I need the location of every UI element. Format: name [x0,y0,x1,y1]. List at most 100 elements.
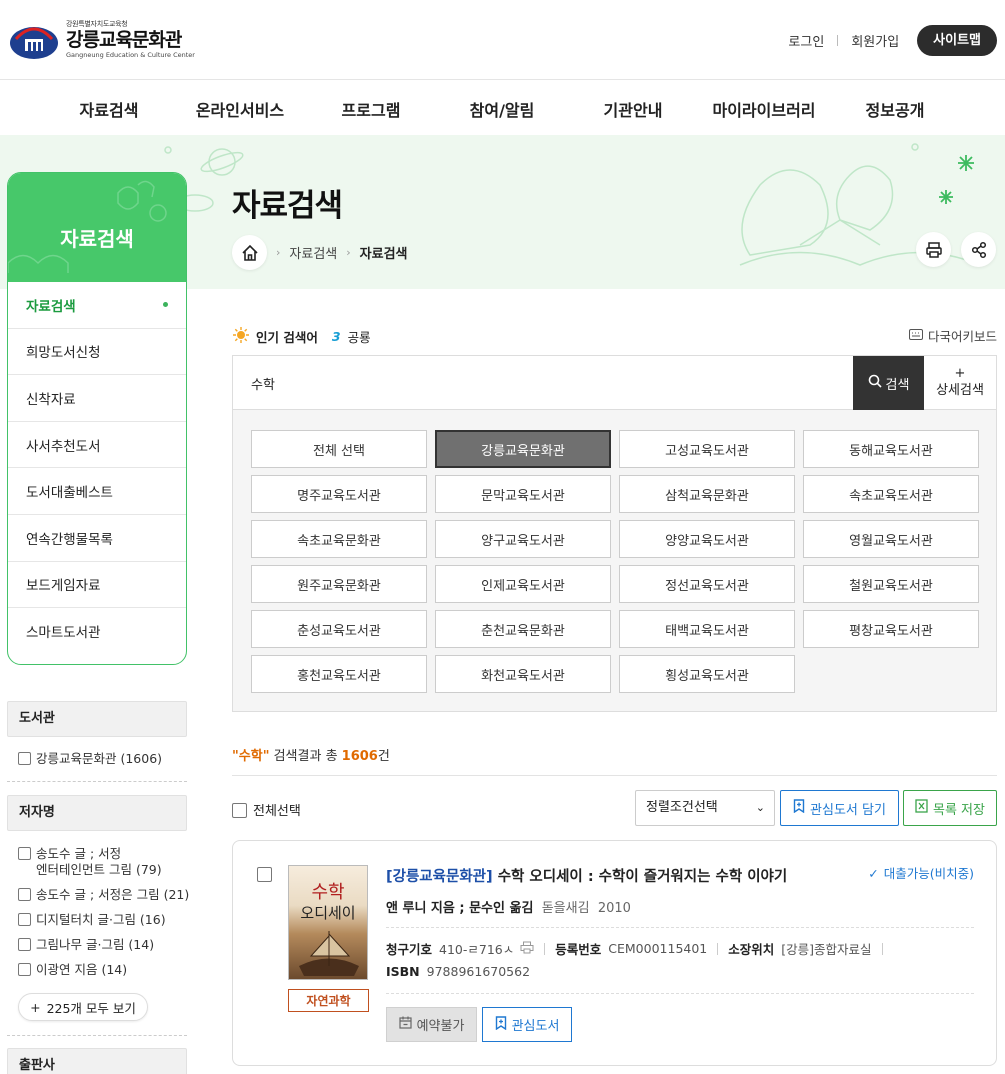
bookmark-icon [793,799,805,817]
side-item-boardgame[interactable]: 보드게임자료 [8,562,186,609]
cover-title: 수학 [311,882,345,903]
search-button-label: 검색 [885,377,910,393]
search-input[interactable]: 수학 [251,374,275,393]
facet-label: 디지털터치 글·그림 (16) [36,912,166,927]
library-option-button[interactable]: 인제교육도서관 [435,565,611,603]
divider [386,993,974,994]
library-option-button[interactable]: 영월교육도서관 [803,520,979,558]
facet-author-item[interactable]: 송도수 글 ; 서정 엔터테인먼트 그림 (79) [18,846,162,878]
print-icon[interactable] [520,941,534,957]
keyboard-label: 다국어키보드 [927,329,997,344]
breadcrumb-item[interactable]: 자료검색 [289,243,337,262]
checkbox[interactable] [18,888,31,901]
sort-select[interactable]: 정렬조건선택 ⌄ [635,790,775,826]
side-item-serials[interactable]: 연속간행물목록 [8,515,186,562]
join-link[interactable]: 회원가입 [851,31,899,50]
location-value: [강릉]종합자료실 [781,942,872,957]
checkbox[interactable] [18,752,31,765]
library-option-button[interactable]: 문막교육도서관 [435,475,611,513]
nav-item-program[interactable]: 프로그램 [342,97,401,121]
nav-item-online[interactable]: 온라인서비스 [196,97,284,121]
nav-item-mylibrary[interactable]: 마이라이브러리 [712,97,815,121]
more-label: 225개 모두 보기 [46,1000,136,1016]
select-all[interactable]: 전체선택 [232,800,301,819]
nav-item-about[interactable]: 기관안내 [604,97,663,121]
sitemap-button[interactable]: 사이트맵 [917,25,997,56]
book-title-link[interactable]: [강릉교육문화관] 수학 오디세이 : 수학이 즐거워지는 수학 이야기 [386,865,787,886]
select-all-libraries-button[interactable]: 전체 선택 [251,430,427,468]
side-item-new[interactable]: 신착자료 [8,375,186,422]
side-item-best[interactable]: 도서대출베스트 [8,468,186,515]
library-option-button[interactable]: 양양교육도서관 [619,520,795,558]
popular-rank: 3 [331,329,341,344]
multilingual-keyboard-button[interactable]: 다국어키보드 [908,326,997,345]
facet-author-item[interactable]: 디지털터치 글·그림 (16) [18,912,166,928]
advanced-search-button[interactable]: + 상세검색 [924,356,996,410]
book-checkbox[interactable] [257,867,272,882]
save-list-button[interactable]: 목록 저장 [903,790,997,826]
facet-author-title[interactable]: 저자명 [7,795,187,831]
search-button[interactable]: 검색 [853,356,924,410]
divider [7,781,187,782]
home-icon[interactable] [232,235,267,270]
checkbox[interactable] [18,913,31,926]
library-option-button[interactable]: 태백교육도서관 [619,610,795,648]
add-favorites-label: 관심도서 담기 [810,802,886,818]
checkbox[interactable] [18,963,31,976]
library-option-button[interactable]: 정선교육도서관 [619,565,795,603]
divider [717,942,719,955]
side-menu-title: 자료검색 [8,173,186,282]
library-option-button[interactable]: 고성교육도서관 [619,430,795,468]
nav-item-disclosure[interactable]: 정보공개 [866,97,925,121]
side-item-smart[interactable]: 스마트도서관 [8,608,186,655]
checkbox[interactable] [18,938,31,951]
library-option-button[interactable]: 화천교육도서관 [435,655,611,693]
library-option-button[interactable]: 춘성교육도서관 [251,610,427,648]
library-option-button[interactable]: 강릉교육문화관 [435,430,611,468]
facet-label: 송도수 글 ; 서정은 그림 (21) [36,887,190,902]
site-logo[interactable]: 강원특별자치도교육청 강릉교육문화관 Gangneung Education &… [8,17,195,61]
select-all-checkbox[interactable] [232,802,247,818]
add-favorites-button[interactable]: 관심도서 담기 [780,790,899,826]
availability-status: ✓ 대출가능(비치중) [868,863,974,882]
library-option-button[interactable]: 동해교육도서관 [803,430,979,468]
library-option-button[interactable]: 명주교육도서관 [251,475,427,513]
library-option-button[interactable]: 삼척교육문화관 [619,475,795,513]
checkbox[interactable] [18,847,31,860]
library-option-button[interactable]: 원주교육문화관 [251,565,427,603]
popular-keyword-link[interactable]: 공룡 [348,327,371,346]
library-option-button[interactable]: 속초교육도서관 [803,475,979,513]
library-option-button[interactable]: 속초교육문화관 [251,520,427,558]
library-option-button[interactable]: 춘천교육문화관 [435,610,611,648]
side-item-request[interactable]: 희망도서신청 [8,329,186,376]
excel-icon [915,799,928,817]
facet-library-item[interactable]: 강릉교육문화관 (1606) [18,751,162,767]
side-item-recommend[interactable]: 사서추천도서 [8,422,186,469]
facet-author-item[interactable]: 송도수 글 ; 서정은 그림 (21) [18,887,189,903]
nav-item-search[interactable]: 자료검색 [80,97,139,121]
facet-author-item[interactable]: 그림나무 글·그림 (14) [18,937,154,953]
book-author-line: 앤 루니 지음 ; 문수인 옮김 돋을새김 2010 [386,897,631,916]
nav-item-participate[interactable]: 참여/알림 [470,97,535,121]
availability-label: 대출가능(비치중) [883,866,974,881]
book-title: 수학 오디세이 : 수학이 즐거워지는 수학 이야기 [492,869,788,885]
login-link[interactable]: 로그인 [788,31,824,50]
category-badge: 자연과학 [288,989,369,1012]
library-option-button[interactable]: 철원교육도서관 [803,565,979,603]
print-icon[interactable] [916,232,951,267]
facet-author-item[interactable]: 이광연 지음 (14) [18,962,127,978]
book-cover[interactable]: 수학 오디세이 [288,865,368,980]
side-menu-heading: 자료검색 [60,227,134,251]
reserve-button[interactable]: 예약불가 [386,1007,477,1042]
library-option-button[interactable]: 양구교육도서관 [435,520,611,558]
library-option-button[interactable]: 횡성교육도서관 [619,655,795,693]
library-option-button[interactable]: 홍천교육도서관 [251,655,427,693]
library-option-button[interactable]: 평창교육도서관 [803,610,979,648]
favorite-button[interactable]: 관심도서 [482,1007,572,1042]
show-all-authors-button[interactable]: +225개 모두 보기 [18,993,148,1021]
facet-library-title[interactable]: 도서관 [7,701,187,737]
main-nav: 자료검색 온라인서비스 프로그램 참여/알림 기관안내 마이라이브러리 정보공개 [0,81,1005,135]
facet-publisher-title[interactable]: 출판사 [7,1048,187,1074]
share-icon[interactable] [961,232,996,267]
side-item-search[interactable]: 자료검색 [8,282,186,329]
